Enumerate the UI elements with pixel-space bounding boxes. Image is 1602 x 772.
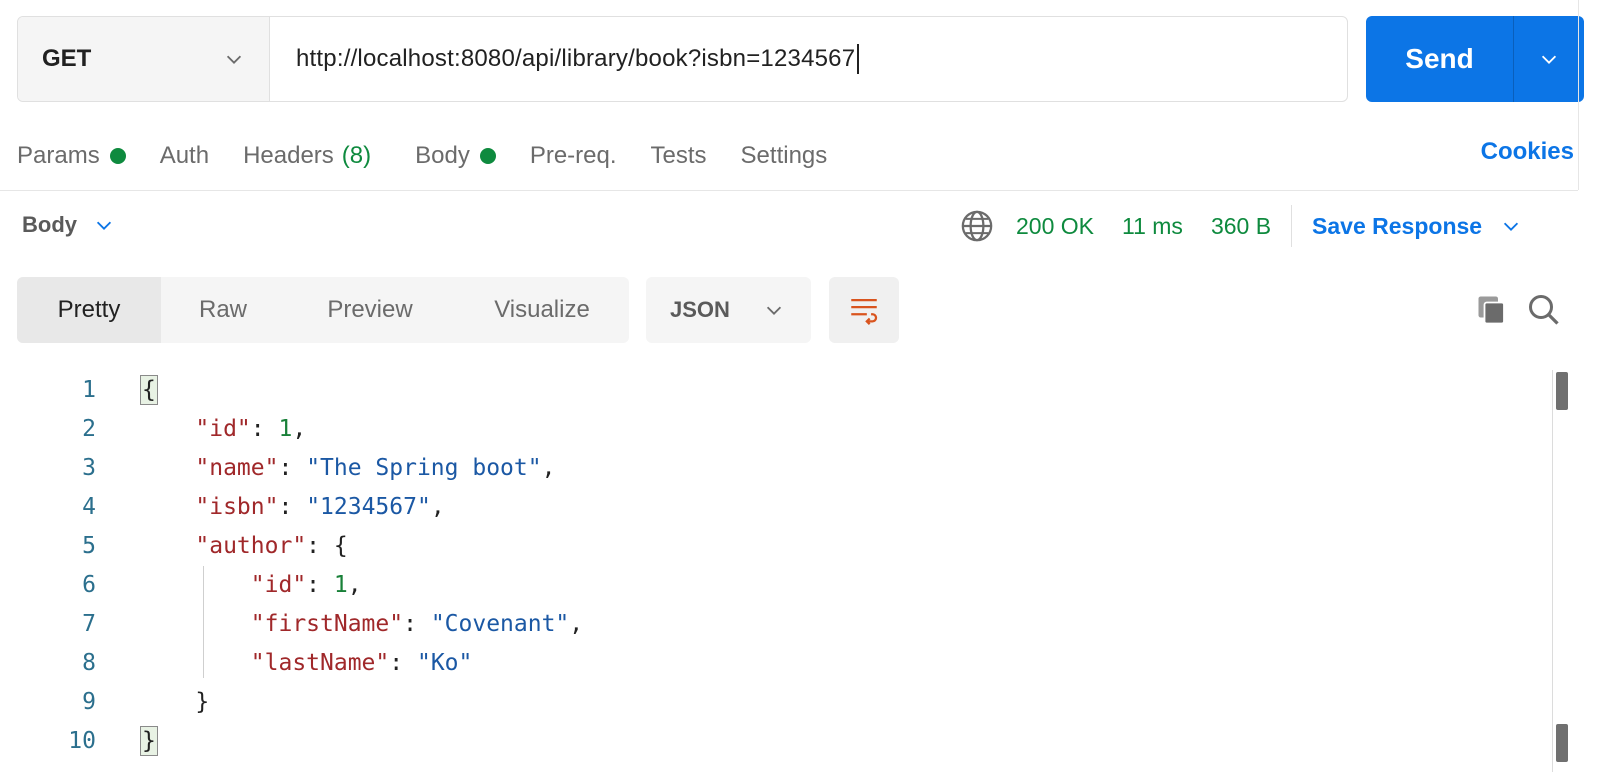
response-meta: 200 OK 11 ms 360 B Save Response [960, 205, 1522, 247]
code-line: 10 } [0, 721, 1548, 760]
code-line: 9 } [0, 682, 1548, 721]
line-number: 3 [82, 454, 96, 481]
line-text: } [140, 725, 158, 756]
tab-label: Params [17, 142, 100, 169]
url-text: http://localhost:8080/api/library/book?i… [296, 45, 856, 72]
wrap-lines-icon [851, 298, 878, 325]
chevron-down-icon [766, 306, 782, 315]
chevron-down-icon [226, 55, 242, 64]
request-bar: GET http://localhost:8080/api/library/bo… [17, 16, 1348, 102]
chevron-down-icon [1541, 55, 1557, 64]
code-line: 2 "id": 1, [0, 409, 1548, 448]
line-text: "firstName": "Covenant", [250, 610, 584, 637]
line-number: 4 [82, 493, 96, 520]
format-label: JSON [670, 297, 730, 322]
tab-pretty[interactable]: Pretty [17, 277, 161, 343]
tab-label: Pre-req. [529, 142, 617, 169]
scrollbar-thumb[interactable] [1556, 372, 1568, 410]
meta-separator [1291, 205, 1293, 247]
method-label: GET [42, 45, 92, 72]
tab-settings[interactable]: Settings [741, 142, 828, 170]
chevron-down-icon [1504, 222, 1519, 231]
line-number: 2 [82, 415, 96, 442]
code-line: 1 { [0, 370, 1548, 409]
tab-preview[interactable]: Preview [285, 277, 455, 343]
tab-body[interactable]: Body [415, 142, 496, 170]
globe-icon[interactable] [960, 209, 994, 243]
response-body-label: Body [22, 212, 77, 237]
active-dot-icon [109, 148, 126, 164]
line-text: { [140, 374, 158, 405]
tab-tests[interactable]: Tests [651, 142, 707, 170]
search-icon[interactable] [1526, 292, 1562, 328]
code-line: 8 "lastName": "Ko" [0, 643, 1548, 682]
line-number: 7 [82, 610, 96, 637]
section-divider [0, 190, 1578, 191]
copy-icon[interactable] [1474, 292, 1510, 328]
response-body-select[interactable]: Body [22, 212, 115, 238]
save-response-button[interactable]: Save Response [1312, 213, 1522, 240]
line-number: 1 [82, 376, 96, 403]
active-dot-icon [479, 148, 496, 164]
format-select[interactable]: JSON [646, 277, 811, 343]
line-number: 9 [82, 688, 96, 715]
line-number: 10 [68, 727, 96, 754]
code-line: 5 "author": { [0, 526, 1548, 565]
line-number: 5 [82, 532, 96, 559]
view-mode-tabs: Pretty Raw Preview Visualize [17, 277, 629, 343]
response-size[interactable]: 360 B [1211, 213, 1271, 240]
cookies-link[interactable]: Cookies [1481, 138, 1574, 166]
line-text: "lastName": "Ko" [250, 649, 473, 676]
scrollbar-track [1552, 370, 1553, 772]
line-number: 8 [82, 649, 96, 676]
send-button-group: Send [1366, 16, 1584, 102]
line-text: "id": 1, [250, 571, 362, 598]
line-number: 6 [82, 571, 96, 598]
response-time[interactable]: 11 ms [1122, 213, 1183, 240]
tab-label: Settings [740, 142, 828, 169]
tab-auth[interactable]: Auth [160, 142, 209, 170]
headers-count: (8) [341, 142, 372, 169]
tab-params[interactable]: Params [17, 142, 126, 170]
tab-label: Tests [650, 142, 707, 169]
tab-headers[interactable]: Headers (8) [243, 142, 371, 170]
line-text: "author": { [195, 532, 348, 559]
line-text: "id": 1, [195, 415, 307, 442]
tab-label: Auth [159, 142, 210, 169]
request-tabs: Params Auth Headers (8) Body Pre-req. Tes… [17, 138, 861, 174]
scrollbar-thumb-bottom[interactable] [1556, 724, 1568, 762]
code-line: 4 "isbn": "1234567", [0, 487, 1548, 526]
wrap-lines-button[interactable] [829, 277, 899, 343]
save-response-label: Save Response [1312, 212, 1483, 239]
method-select[interactable]: GET [18, 17, 270, 101]
response-code-view[interactable]: 1 { 2 "id": 1, 3 "name": "The Spring boo… [0, 370, 1548, 772]
line-text: "isbn": "1234567", [195, 493, 445, 520]
line-text: "name": "The Spring boot", [195, 454, 556, 481]
code-line: 3 "name": "The Spring boot", [0, 448, 1548, 487]
send-options-button[interactable] [1514, 16, 1584, 102]
text-caret [857, 44, 860, 74]
url-input[interactable]: http://localhost:8080/api/library/book?i… [270, 17, 1347, 101]
line-text: } [140, 688, 210, 715]
tab-pre-request[interactable]: Pre-req. [530, 142, 617, 170]
status-code[interactable]: 200 OK [1016, 213, 1094, 240]
panel-edge [1578, 0, 1579, 190]
tab-visualize[interactable]: Visualize [455, 277, 629, 343]
tab-raw[interactable]: Raw [161, 277, 285, 343]
code-line: 6 "id": 1, [0, 565, 1548, 604]
tab-label: Headers [243, 142, 334, 169]
code-line: 7 "firstName": "Covenant", [0, 604, 1548, 643]
chevron-down-icon [96, 221, 112, 230]
indent-guide [203, 566, 204, 678]
send-button[interactable]: Send [1366, 16, 1514, 102]
tab-label: Body [415, 142, 470, 169]
